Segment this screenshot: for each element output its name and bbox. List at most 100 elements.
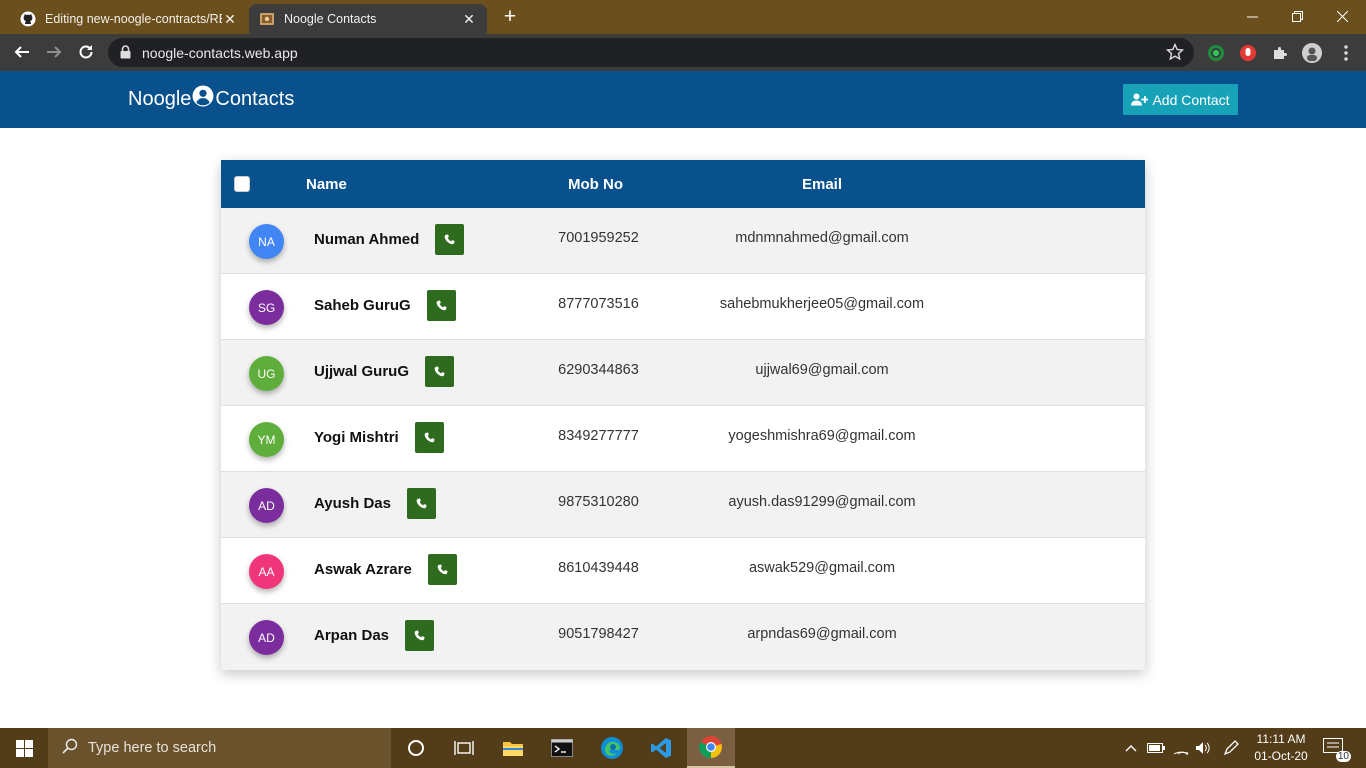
reload-icon[interactable] [72,38,100,66]
close-tab-icon[interactable]: ✕ [461,11,477,28]
call-button[interactable] [405,620,435,651]
phone-icon [444,234,455,245]
phone-icon [424,432,435,443]
browser-tab-strip: Editing new-noogle-contracts/RE ✕ Noogle… [0,0,1366,34]
notification-count-badge: 10 [1335,751,1351,762]
contact-name[interactable]: Ujjwal GuruG [314,363,409,380]
tab-title: Editing new-noogle-contracts/RE [45,12,222,26]
brand-text-right: Contacts [215,88,295,110]
contact-email: arpndas69@gmail.com [747,626,897,642]
contact-name[interactable]: Aswak Azrare [314,561,412,578]
vscode-icon[interactable] [637,728,685,768]
url-text: noogle-contacts.web.app [142,45,298,61]
windows-start-icon[interactable] [0,728,48,768]
extension-red-icon[interactable] [1238,43,1258,63]
contacts-table: Name Mob No Email NA Numan Ahmed 700195925… [221,160,1145,670]
call-button[interactable] [414,422,444,453]
forward-arrow-icon[interactable] [40,38,68,66]
extension-green-icon[interactable] [1206,43,1226,63]
lock-icon [120,45,131,64]
chrome-icon[interactable] [687,728,735,768]
profile-avatar[interactable] [1302,43,1322,63]
table-row[interactable]: UG Ujjwal GuruG 6290344863 ujjwal69@gmail.c… [221,340,1145,406]
contact-name[interactable]: Arpan Das [314,627,389,644]
call-button[interactable] [426,290,456,321]
task-view-icon[interactable] [440,728,488,768]
minimize-icon[interactable] [1229,0,1275,32]
contact-email: aswak529@gmail.com [748,560,896,576]
brand-text-left: Noogle [128,88,192,110]
close-window-icon[interactable] [1319,0,1365,32]
add-contact-button[interactable]: Add Contact [1123,84,1238,115]
phone-icon [436,300,447,311]
name-cell: Arpan Das [314,620,435,651]
show-hidden-icons-icon[interactable] [1122,740,1140,756]
restore-icon[interactable] [1274,0,1320,32]
contact-name[interactable]: Numan Ahmed [314,231,419,248]
phone-icon [437,564,448,575]
call-button[interactable] [406,488,436,519]
header-mobile: Mob No [568,176,623,193]
windows-taskbar: Type here to search 11:11 AM 01-Oct-20 1… [0,728,1366,768]
call-button[interactable] [435,224,465,255]
contact-email: sahebmukherjee05@gmail.com [719,296,925,312]
extensions-puzzle-icon[interactable] [1270,43,1290,63]
volume-icon[interactable] [1194,740,1212,756]
tab-github-editing[interactable]: Editing new-noogle-contracts/RE ✕ [10,4,248,34]
file-explorer-icon[interactable] [489,728,537,768]
table-row[interactable]: NA Numan Ahmed 7001959252 mdnmnahmed@gmail.… [221,208,1145,274]
phone-icon [434,366,445,377]
contact-email: yogeshmishra69@gmail.com [728,428,916,444]
edge-browser-icon[interactable] [588,728,636,768]
site-favicon-icon [259,11,275,27]
new-tab-icon[interactable]: + [499,6,521,28]
contact-avatar: SG [249,290,284,325]
wifi-icon[interactable] [1172,740,1190,756]
add-contact-label: Add Contact [1152,91,1230,108]
call-button[interactable] [427,554,457,585]
taskbar-search-box[interactable]: Type here to search [48,728,391,768]
table-row[interactable]: YM Yogi Mishtri 8349277777 yogeshmishra69@g… [221,406,1145,472]
search-placeholder: Type here to search [88,740,217,756]
contact-avatar: AD [249,620,284,655]
contact-avatar: NA [249,224,284,259]
brand-logo[interactable]: Noogle Contacts [128,85,295,111]
close-tab-icon[interactable]: ✕ [222,11,238,28]
name-cell: Ujjwal GuruG [314,356,455,387]
notification-center-icon[interactable]: 10 [1323,738,1351,762]
table-row[interactable]: AD Arpan Das 9051798427 arpndas69@gmail.com [221,604,1145,670]
address-bar[interactable]: noogle-contacts.web.app [108,38,1194,67]
cortana-icon[interactable] [392,728,440,768]
contact-name[interactable]: Saheb GuruG [314,297,411,314]
select-all-checkbox[interactable] [234,176,250,192]
pen-workspace-icon[interactable] [1222,740,1240,756]
back-arrow-icon[interactable] [8,38,36,66]
contact-name[interactable]: Yogi Mishtri [314,429,399,446]
browser-menu-icon[interactable] [1336,43,1356,63]
table-row[interactable]: SG Saheb GuruG 8777073516 sahebmukherjee05@… [221,274,1145,340]
contact-mobile: 8610439448 [558,560,639,576]
app-header: Noogle Contacts Add Contact [0,71,1366,128]
table-row[interactable]: AD Ayush Das 9875310280 ayush.das91299@gmai… [221,472,1145,538]
phone-icon [416,498,427,509]
phone-icon [414,630,425,641]
taskbar-clock[interactable]: 11:11 AM 01-Oct-20 [1246,731,1316,765]
user-plus-icon [1131,93,1149,106]
contact-name[interactable]: Ayush Das [314,495,391,512]
name-cell: Saheb GuruG [314,290,456,321]
clock-date: 01-Oct-20 [1254,749,1308,763]
search-icon [62,738,78,759]
battery-icon[interactable] [1147,740,1165,756]
contact-mobile: 8777073516 [558,296,639,312]
bookmark-star-icon[interactable] [1165,42,1185,66]
name-cell: Aswak Azrare [314,554,457,585]
contact-mobile: 6290344863 [558,362,639,378]
call-button[interactable] [425,356,455,387]
header-name: Name [306,176,347,193]
terminal-icon[interactable] [538,728,586,768]
contact-avatar: UG [249,356,284,391]
clock-time: 11:11 AM [1256,732,1306,746]
table-row[interactable]: AA Aswak Azrare 8610439448 aswak529@gmail.c… [221,538,1145,604]
contact-email: ujjwal69@gmail.com [755,362,889,378]
tab-noogle-contacts[interactable]: Noogle Contacts ✕ [249,4,487,34]
